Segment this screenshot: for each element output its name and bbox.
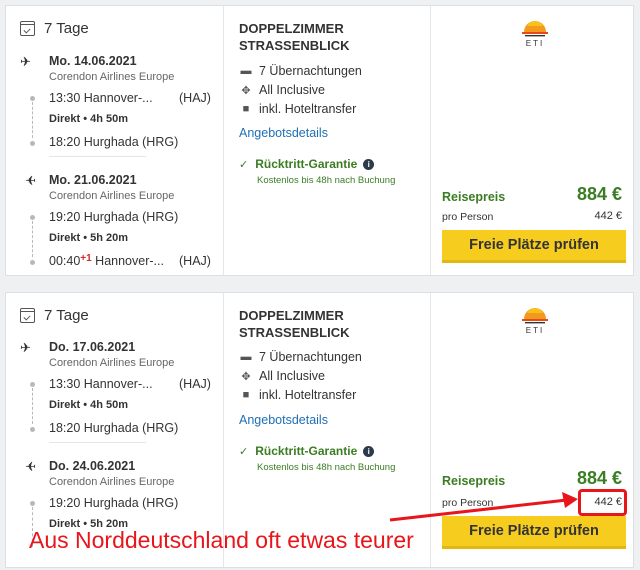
annotation-text: Aus Norddeutschland oft etwas teurer [29, 527, 414, 553]
annotation-arrow [389, 492, 578, 522]
